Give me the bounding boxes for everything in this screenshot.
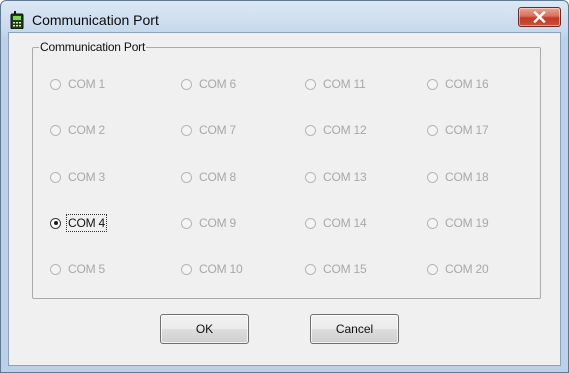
radio-label: COM 4 <box>65 214 108 232</box>
radio-com-13[interactable]: COM 13 <box>305 168 367 186</box>
radio-circle[interactable] <box>181 217 192 229</box>
radio-circle[interactable] <box>427 124 438 136</box>
group-label: Communication Port <box>39 40 147 54</box>
radio-com-15[interactable]: COM 15 <box>305 260 367 278</box>
radio-label: COM 8 <box>199 170 237 184</box>
radio-com-3[interactable]: COM 3 <box>50 168 105 186</box>
radio-circle[interactable] <box>427 217 438 229</box>
radio-com-8[interactable]: COM 8 <box>181 168 236 186</box>
radio-circle[interactable] <box>181 124 192 136</box>
radio-circle-checked[interactable] <box>50 217 61 229</box>
radio-com-5[interactable]: COM 5 <box>50 260 105 278</box>
radio-label: COM 2 <box>68 123 106 137</box>
radio-label: COM 12 <box>323 123 367 137</box>
radio-label: COM 13 <box>323 170 367 184</box>
radio-circle[interactable] <box>181 78 192 90</box>
radio-label: COM 15 <box>323 262 367 276</box>
dialog-client-area: Communication Port COM 1 COM 2 COM 3 COM… <box>8 32 561 366</box>
window-title: Communication Port <box>32 12 159 28</box>
radio-device-icon <box>10 11 24 29</box>
radio-circle[interactable] <box>427 263 438 275</box>
close-button[interactable] <box>518 7 561 27</box>
communication-port-dialog: Communication Port Communication Port CO… <box>0 0 569 373</box>
radio-com-10[interactable]: COM 10 <box>181 260 243 278</box>
radio-com-18[interactable]: COM 18 <box>427 168 489 186</box>
radio-circle[interactable] <box>50 263 61 275</box>
radio-com-6[interactable]: COM 6 <box>181 75 236 93</box>
radio-com-2[interactable]: COM 2 <box>50 121 105 139</box>
radio-circle[interactable] <box>305 217 316 229</box>
radio-com-14[interactable]: COM 14 <box>305 214 367 232</box>
radio-label: COM 11 <box>323 77 366 91</box>
radio-com-7[interactable]: COM 7 <box>181 121 236 139</box>
radio-com-11[interactable]: COM 11 <box>305 75 366 93</box>
communication-port-group: Communication Port COM 1 COM 2 COM 3 COM… <box>32 40 541 299</box>
radio-circle[interactable] <box>305 78 316 90</box>
radio-com-17[interactable]: COM 17 <box>427 121 489 139</box>
radio-label: COM 20 <box>445 262 489 276</box>
radio-label: COM 19 <box>445 216 489 230</box>
close-icon <box>533 11 546 23</box>
radio-circle[interactable] <box>427 171 438 183</box>
radio-label: COM 17 <box>445 123 489 137</box>
radio-circle[interactable] <box>50 171 61 183</box>
radio-label: COM 10 <box>199 262 243 276</box>
radio-com-16[interactable]: COM 16 <box>427 75 489 93</box>
radio-label: COM 6 <box>199 77 237 91</box>
radio-circle[interactable] <box>305 124 316 136</box>
radio-com-19[interactable]: COM 19 <box>427 214 489 232</box>
radio-label: COM 3 <box>68 170 106 184</box>
radio-label: COM 14 <box>323 216 367 230</box>
radio-label: COM 9 <box>199 216 237 230</box>
radio-circle[interactable] <box>427 78 438 90</box>
radio-label: COM 7 <box>199 123 237 137</box>
radio-com-4[interactable]: COM 4 <box>50 214 108 232</box>
radio-circle[interactable] <box>305 263 316 275</box>
radio-circle[interactable] <box>305 171 316 183</box>
radio-com-9[interactable]: COM 9 <box>181 214 236 232</box>
cancel-button[interactable]: Cancel <box>310 314 399 344</box>
radio-circle[interactable] <box>50 78 61 90</box>
radio-com-12[interactable]: COM 12 <box>305 121 367 139</box>
radio-label: COM 5 <box>68 262 106 276</box>
radio-circle[interactable] <box>181 171 192 183</box>
radio-label: COM 16 <box>445 77 489 91</box>
radio-label: COM 1 <box>68 77 106 91</box>
ok-button[interactable]: OK <box>160 314 249 344</box>
radio-com-1[interactable]: COM 1 <box>50 75 105 93</box>
radio-label: COM 18 <box>445 170 489 184</box>
radio-com-20[interactable]: COM 20 <box>427 260 489 278</box>
radio-circle[interactable] <box>181 263 192 275</box>
radio-circle[interactable] <box>50 124 61 136</box>
